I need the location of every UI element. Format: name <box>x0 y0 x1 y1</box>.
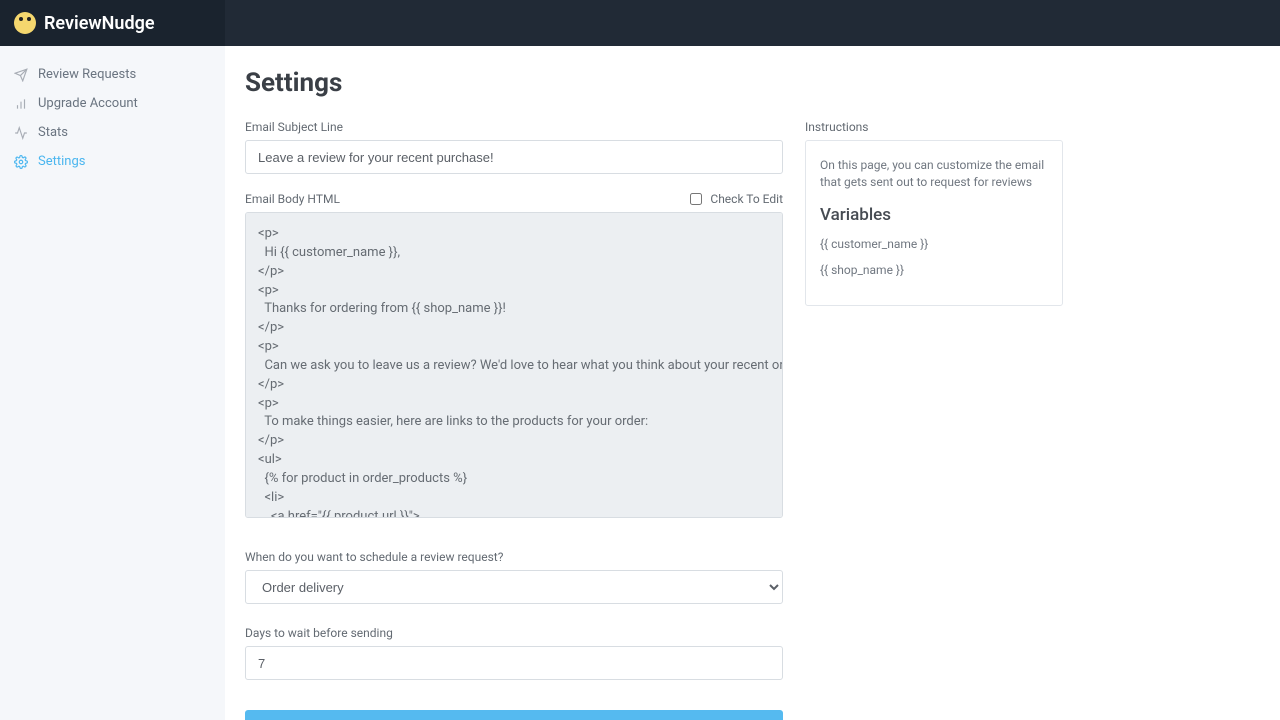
sidebar-item-settings[interactable]: Settings <box>0 147 225 176</box>
variables-heading: Variables <box>820 205 1048 225</box>
email-subject-label: Email Subject Line <box>245 120 783 134</box>
bar-chart-icon <box>14 97 28 111</box>
sidebar-item-stats[interactable]: Stats <box>0 118 225 147</box>
schedule-label: When do you want to schedule a review re… <box>245 550 783 564</box>
logo-icon <box>14 12 36 34</box>
email-body-textarea[interactable] <box>245 212 783 518</box>
sidebar-item-label: Stats <box>38 125 68 140</box>
variable-item: {{ customer_name }} <box>820 237 1048 251</box>
save-button[interactable]: Save <box>245 710 783 720</box>
check-to-edit-checkbox[interactable] <box>690 193 702 205</box>
send-icon <box>14 68 28 82</box>
schedule-select[interactable]: Order delivery <box>245 570 783 604</box>
activity-icon <box>14 126 28 140</box>
sidebar-item-label: Review Requests <box>38 67 136 82</box>
sidebar-item-review-requests[interactable]: Review Requests <box>0 60 225 89</box>
sidebar-item-label: Upgrade Account <box>38 96 138 111</box>
brand-name: ReviewNudge <box>44 13 155 34</box>
page-title: Settings <box>245 68 1250 98</box>
schedule-group: When do you want to schedule a review re… <box>245 550 783 604</box>
topbar: ReviewNudge <box>0 0 1280 46</box>
days-group: Days to wait before sending <box>245 626 783 680</box>
main-content: Settings Email Subject Line Email Body H… <box>225 46 1280 720</box>
instructions-heading: Instructions <box>805 120 1063 134</box>
instructions-panel: On this page, you can customize the emai… <box>805 140 1063 306</box>
days-label: Days to wait before sending <box>245 626 783 640</box>
email-subject-group: Email Subject Line <box>245 120 783 174</box>
instructions-intro: On this page, you can customize the emai… <box>820 157 1048 191</box>
sidebar-item-upgrade-account[interactable]: Upgrade Account <box>0 89 225 118</box>
days-input[interactable] <box>245 646 783 680</box>
sidebar: Review Requests Upgrade Account Stats Se… <box>0 46 225 720</box>
check-to-edit-label: Check To Edit <box>710 192 783 206</box>
email-subject-input[interactable] <box>245 140 783 174</box>
email-body-group: Email Body HTML Check To Edit <box>245 192 783 522</box>
sidebar-item-label: Settings <box>38 154 85 169</box>
logo-area[interactable]: ReviewNudge <box>0 0 225 46</box>
check-to-edit-group: Check To Edit <box>690 192 783 206</box>
email-body-label: Email Body HTML <box>245 192 340 206</box>
gear-icon <box>14 155 28 169</box>
variable-item: {{ shop_name }} <box>820 263 1048 277</box>
